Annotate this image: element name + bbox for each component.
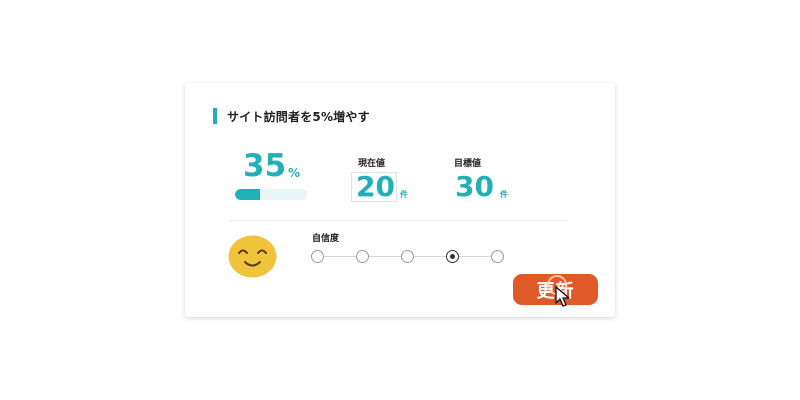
target-value-unit: 件 [500, 190, 508, 199]
target-value: 30 [455, 170, 494, 203]
current-value-unit: 件 [400, 190, 408, 199]
objective-card: サイト訪問者を5%増やす 35 % 現在値 20 件 目標値 30 件 自信度 … [185, 83, 615, 317]
current-value-label: 現在値 [358, 159, 386, 169]
current-value[interactable]: 20 [356, 170, 395, 204]
smiling-face-icon [228, 235, 277, 278]
confidence-label: 自信度 [312, 234, 340, 244]
objective-title: サイト訪問者を5%増やす [227, 109, 370, 124]
progress-percent-value: 35 [243, 148, 287, 184]
progress-bar [235, 189, 307, 200]
progress-indicator: 35 % [235, 149, 310, 201]
progress-bar-fill [235, 189, 261, 200]
title-accent-bar [213, 108, 217, 124]
divider [229, 220, 567, 221]
card-header: サイト訪問者を5%増やす [213, 108, 370, 124]
confidence-option-3[interactable] [401, 250, 414, 263]
confidence-option-5[interactable] [491, 250, 504, 263]
mouse-pointer-icon [555, 286, 570, 307]
target-value-label: 目標値 [454, 159, 482, 169]
progress-percent-unit: % [288, 166, 301, 180]
confidence-option-4[interactable] [446, 250, 459, 263]
confidence-option-2[interactable] [356, 250, 369, 263]
confidence-option-1[interactable] [311, 250, 324, 263]
